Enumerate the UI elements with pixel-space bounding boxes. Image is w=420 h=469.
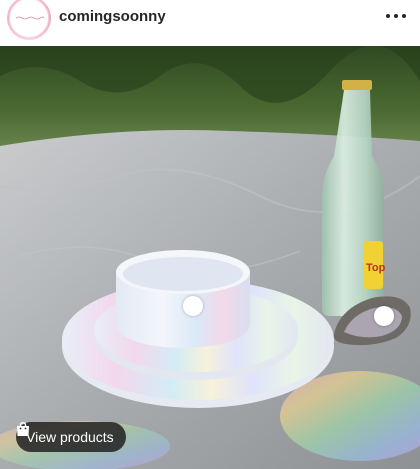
bottle-label-text: Top	[366, 262, 386, 274]
post-photo[interactable]: Top View products	[0, 46, 420, 469]
view-products-button[interactable]: View products	[16, 422, 126, 452]
more-options-icon[interactable]	[386, 8, 406, 22]
view-products-label: View products	[26, 429, 114, 445]
avatar-story-ring[interactable]	[7, 0, 51, 40]
avatar[interactable]	[9, 0, 49, 38]
product-tag-dot[interactable]	[183, 296, 203, 316]
post-header: comingsoonny	[0, 0, 420, 46]
product-tag-dot[interactable]	[374, 306, 394, 326]
username[interactable]: comingsoonny	[59, 8, 166, 25]
shopping-bag-icon	[17, 422, 29, 436]
avatar-logo-script	[15, 16, 45, 20]
product-photo-scene: Top	[0, 46, 420, 469]
